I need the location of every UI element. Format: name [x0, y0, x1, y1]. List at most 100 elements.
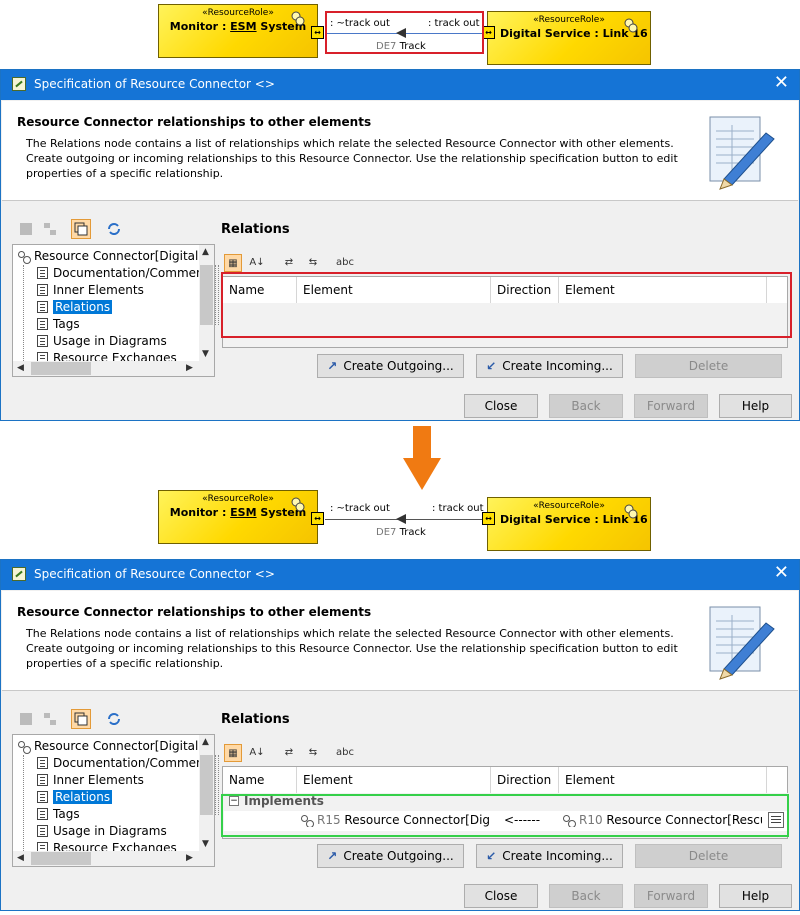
resource-role-icon [624, 504, 638, 519]
resource-role-icon [291, 11, 305, 26]
tree-vertical-scrollbar[interactable]: ▲ ▼ [199, 245, 214, 362]
sort-icon[interactable]: A↓ [248, 254, 266, 272]
group-by-icon[interactable]: ▦ [224, 744, 242, 762]
resource-role-digital-service[interactable]: «ResourceRole» Digital Service : Link 16 [487, 11, 651, 65]
port-left[interactable]: ↔ [311, 512, 324, 525]
close-button[interactable]: Close [464, 884, 538, 908]
page-icon [37, 757, 48, 769]
resource-role-icon [291, 497, 305, 512]
create-incoming-button[interactable]: ↙ Create Incoming... [476, 354, 623, 378]
navigation-tree[interactable]: Resource Connector[Digital Ser Documenta… [12, 734, 215, 867]
tree-view-icon[interactable] [17, 220, 37, 240]
panel-splitter[interactable] [215, 265, 219, 325]
help-button[interactable]: Help [719, 394, 792, 418]
expand-icon[interactable]: ⇄ [280, 254, 298, 272]
refresh-icon[interactable] [105, 220, 125, 240]
page-icon [37, 318, 48, 330]
forward-button[interactable]: Forward [634, 884, 708, 908]
delete-button[interactable]: Delete [635, 844, 782, 868]
resource-role-icon [624, 18, 638, 33]
port-left[interactable]: ↔ [311, 26, 324, 39]
panel-title: Relations [221, 222, 290, 237]
hierarchy-icon[interactable] [41, 710, 61, 730]
incoming-arrow-icon: ↙ [486, 849, 497, 863]
show-all-icon[interactable] [71, 219, 91, 239]
dialog-title: Specification of Resource Connector <> [34, 77, 275, 91]
document-pencil-icon [709, 606, 775, 680]
page-icon [37, 267, 48, 279]
expand-icon[interactable]: ⇄ [280, 744, 298, 762]
resource-role-monitor[interactable]: «ResourceRole» Monitor : ESM System [158, 4, 318, 58]
tree-view-icon[interactable] [17, 710, 37, 730]
back-button[interactable]: Back [549, 884, 623, 908]
dialog-icon [12, 567, 26, 581]
forward-button[interactable]: Forward [634, 394, 708, 418]
close-icon[interactable]: ✕ [774, 563, 789, 583]
tree-item-documentation[interactable]: Documentation/Comment [37, 265, 208, 282]
create-incoming-button[interactable]: ↙ Create Incoming... [476, 844, 623, 868]
page-icon [37, 335, 48, 347]
title-bar: Specification of Resource Connector <> ✕ [1, 560, 799, 590]
tree-item-inner-elements[interactable]: Inner Elements [37, 772, 144, 789]
resource-connector-icon [17, 740, 31, 754]
tree-root[interactable]: Resource Connector[Digital Ser [17, 248, 214, 265]
close-button[interactable]: Close [464, 394, 538, 418]
dialog-title: Specification of Resource Connector <> [34, 567, 275, 581]
tree-item-usage-in-diagrams[interactable]: Usage in Diagrams [37, 333, 167, 350]
close-icon[interactable]: ✕ [774, 73, 789, 93]
help-button[interactable]: Help [719, 884, 792, 908]
tree-vertical-scrollbar[interactable]: ▲ ▼ [199, 735, 214, 852]
panel-splitter[interactable] [215, 755, 219, 815]
refresh-icon[interactable] [105, 710, 125, 730]
tree-item-relations[interactable]: Relations [37, 299, 113, 316]
sort-icon[interactable]: A↓ [248, 744, 266, 762]
tree-item-inner-elements[interactable]: Inner Elements [37, 282, 144, 299]
dialog-header: Resource Connector relationships to othe… [2, 591, 798, 691]
tree-item-usage-in-diagrams[interactable]: Usage in Diagrams [37, 823, 167, 840]
tree-horizontal-scrollbar[interactable]: ◀ ▶ [13, 361, 214, 376]
table-highlight [221, 272, 792, 338]
resource-role-digital-service[interactable]: «ResourceRole» Digital Service : Link 16 [487, 497, 651, 551]
header-title: Resource Connector relationships to othe… [17, 605, 372, 619]
column-header-element[interactable]: Element [297, 767, 491, 793]
document-pencil-icon [709, 116, 775, 190]
back-button[interactable]: Back [549, 394, 623, 418]
header-description: The Relations node contains a list of re… [26, 137, 678, 180]
panel-title: Relations [221, 712, 290, 727]
incoming-arrow-icon: ↙ [486, 359, 497, 373]
create-outgoing-button[interactable]: ↗ Create Outgoing... [317, 354, 464, 378]
column-header-name[interactable]: Name [223, 767, 297, 793]
connector-highlight [325, 11, 484, 54]
delete-button[interactable]: Delete [635, 354, 782, 378]
page-icon [37, 774, 48, 786]
tree-item-relations[interactable]: Relations [37, 789, 113, 806]
dialog-icon [12, 77, 26, 91]
resource-connector-icon [17, 250, 31, 264]
page-icon [37, 825, 48, 837]
collapse-icon[interactable]: ⇆ [304, 744, 322, 762]
create-outgoing-button[interactable]: ↗ Create Outgoing... [317, 844, 464, 868]
show-all-icon[interactable] [71, 709, 91, 729]
tree-item-documentation[interactable]: Documentation/Comment [37, 755, 208, 772]
row-highlight [221, 794, 789, 837]
column-header-element-2[interactable]: Element [559, 767, 767, 793]
spell-check-icon[interactable]: abc [336, 254, 354, 272]
group-by-icon[interactable]: ▦ [224, 254, 242, 272]
end-label-left: : ~track out [330, 503, 390, 514]
specification-dialog-before: Specification of Resource Connector <> ✕… [0, 69, 800, 421]
tree-root[interactable]: Resource Connector[Digital Ser [17, 738, 214, 755]
specification-dialog-after: Specification of Resource Connector <> ✕… [0, 559, 800, 911]
spell-check-icon[interactable]: abc [336, 744, 354, 762]
page-icon [37, 808, 48, 820]
flow-label: DE7 Track [376, 527, 426, 538]
collapse-icon[interactable]: ⇆ [304, 254, 322, 272]
hierarchy-icon[interactable] [41, 220, 61, 240]
flow-arrowhead [396, 514, 406, 524]
tree-item-tags[interactable]: Tags [37, 316, 80, 333]
header-description: The Relations node contains a list of re… [26, 627, 678, 670]
column-header-direction[interactable]: Direction [491, 767, 559, 793]
tree-item-tags[interactable]: Tags [37, 806, 80, 823]
navigation-tree[interactable]: Resource Connector[Digital Ser Documenta… [12, 244, 215, 377]
resource-role-monitor[interactable]: «ResourceRole» Monitor : ESM System [158, 490, 318, 544]
tree-horizontal-scrollbar[interactable]: ◀ ▶ [13, 851, 214, 866]
